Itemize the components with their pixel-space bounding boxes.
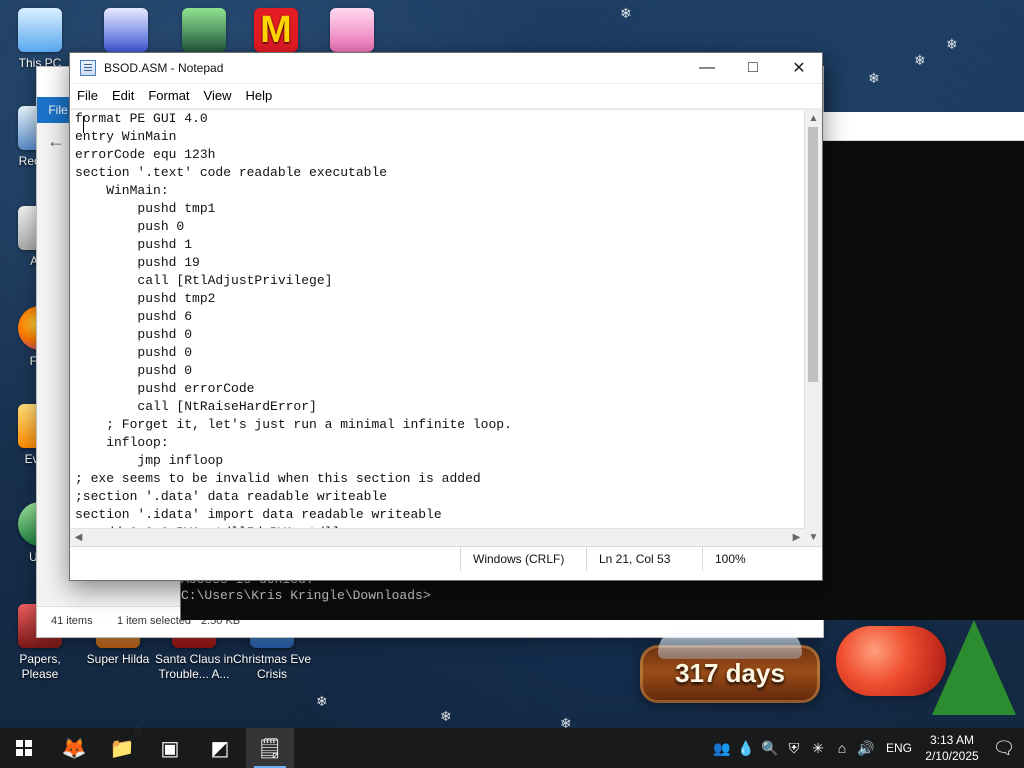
taskbar-terminal[interactable]: ▣ xyxy=(146,728,194,768)
desktop-icon-pig[interactable] xyxy=(312,8,392,56)
console-line-2: C:\Users\Kris Kringle\Downloads> xyxy=(181,588,431,603)
shield-icon[interactable]: ⛨ xyxy=(782,740,806,757)
menu-view[interactable]: View xyxy=(197,85,239,107)
menu-help-label: Help xyxy=(245,88,273,103)
menu-format[interactable]: Format xyxy=(141,85,196,107)
terminal-icon: ▣ xyxy=(160,737,180,760)
desktop-icon-this-pc[interactable]: This PC xyxy=(0,8,80,71)
snowflake-icon: ❄ xyxy=(620,5,632,21)
notepad-statusbar: Windows (CRLF) Ln 21, Col 53 100% xyxy=(70,546,822,571)
scroll-up-icon[interactable]: ▲ xyxy=(805,110,822,127)
desktop-icon-label: Papers, Please xyxy=(19,652,61,681)
system-tray: 👥 💧 🔍 ⛨ ✳ ⌂ 🔊 ENG 3:13 AM 2/10/2025 🗨 xyxy=(710,728,1024,768)
notepad-icon xyxy=(80,60,96,76)
folder-icon: 📁 xyxy=(109,737,135,760)
language-indicator[interactable]: ENG xyxy=(878,741,920,755)
notepad-icon: 🗒 xyxy=(257,737,283,760)
taskbar-app[interactable]: ◩ xyxy=(196,728,244,768)
pig-icon xyxy=(330,8,374,52)
text-caret xyxy=(83,116,84,133)
taskbar-firefox[interactable]: 🦊 xyxy=(50,728,98,768)
desktop-icon-label: Super Hilda xyxy=(86,652,150,666)
menu-view-label: View xyxy=(203,88,232,103)
vertical-scrollbar[interactable]: ▲ ▼ xyxy=(804,110,822,546)
scarf-decoration xyxy=(836,626,946,696)
clock-time: 3:13 AM xyxy=(929,733,975,747)
zoom-status: 100% xyxy=(702,547,822,571)
item-count: 41 items xyxy=(51,615,93,627)
snowflake-icon: ❄ xyxy=(440,708,452,724)
taskbar: 🦊 📁 ▣ ◩ 🗒 👥 💧 🔍 ⛨ ✳ ⌂ 🔊 ENG 3:13 AM 2/10… xyxy=(0,728,1024,768)
code-text[interactable]: format PE GUI 4.0 entry WinMain errorCod… xyxy=(75,110,512,542)
desktop-icon-top-1[interactable] xyxy=(86,8,166,56)
christmas-countdown-widget: 317 days xyxy=(640,627,820,703)
editor-area[interactable]: format PE GUI 4.0 entry WinMain errorCod… xyxy=(70,109,822,546)
taskbar-notepad[interactable]: 🗒 xyxy=(246,728,294,768)
snowflake-icon: ❄ xyxy=(316,693,328,709)
close-button[interactable]: ✕ xyxy=(776,53,822,83)
notepad-titlebar[interactable]: BSOD.ASM - Notepad — □ ✕ xyxy=(70,53,822,84)
game-icon xyxy=(182,8,226,52)
menu-edit[interactable]: Edit xyxy=(105,85,141,107)
notification-icon[interactable]: 🗨 xyxy=(984,738,1024,759)
back-arrow-icon[interactable]: ← xyxy=(47,131,65,152)
encoding-status: Windows (CRLF) xyxy=(460,547,586,571)
cursor-position-status: Ln 21, Col 53 xyxy=(586,547,702,571)
menu-file[interactable]: File xyxy=(70,85,105,107)
menu-file-label: File xyxy=(77,88,98,103)
app-icon xyxy=(104,8,148,52)
sparkle-icon[interactable]: ✳ xyxy=(806,740,830,757)
windows-logo-icon xyxy=(16,740,32,756)
snow-globe-dome xyxy=(658,627,802,659)
countdown-text: 317 days xyxy=(675,658,785,688)
taskbar-file-explorer[interactable]: 📁 xyxy=(98,728,146,768)
snowflake-icon: ❄ xyxy=(868,70,880,86)
desktop-icon-label: Santa Claus in Trouble... A... xyxy=(154,652,234,681)
clock[interactable]: 3:13 AM 2/10/2025 xyxy=(920,732,984,764)
app-icon: ◩ xyxy=(210,737,230,760)
snowflake-icon: ❄ xyxy=(914,52,926,68)
scroll-left-icon[interactable]: ◀ xyxy=(70,529,87,546)
clock-date: 2/10/2025 xyxy=(925,749,979,763)
menu-format-label: Format xyxy=(148,88,190,103)
people-icon[interactable]: 👥 xyxy=(710,740,734,757)
desktop-icon-label: Christmas Eve Crisis xyxy=(232,652,312,681)
search-icon[interactable]: 🔍 xyxy=(758,740,782,757)
drop-icon[interactable]: 💧 xyxy=(734,740,758,757)
minimize-button[interactable]: — xyxy=(684,53,730,83)
firefox-icon: 🦊 xyxy=(61,737,87,760)
menu-help[interactable]: Help xyxy=(238,85,279,107)
scroll-thumb[interactable] xyxy=(808,127,818,382)
desktop-icon-top-2[interactable] xyxy=(164,8,244,56)
menu-edit-label: Edit xyxy=(111,88,135,103)
mcdonalds-icon: M xyxy=(254,8,298,52)
scroll-right-icon[interactable]: ▶ xyxy=(788,529,805,546)
speaker-icon[interactable]: 🔊 xyxy=(854,740,878,757)
window-title: BSOD.ASM - Notepad xyxy=(104,61,224,75)
network-icon[interactable]: ⌂ xyxy=(830,740,854,756)
menu-bar: File Edit Format View Help xyxy=(70,84,822,109)
desktop-icon-mcdonalds[interactable]: M xyxy=(236,8,316,56)
maximize-button[interactable]: □ xyxy=(730,53,776,83)
christmas-tree-icon xyxy=(932,620,1016,715)
horizontal-scrollbar[interactable]: ◀ ▶ xyxy=(70,528,805,546)
notepad-window[interactable]: BSOD.ASM - Notepad — □ ✕ File Edit Forma… xyxy=(69,52,823,581)
scroll-down-icon[interactable]: ▼ xyxy=(805,529,822,546)
snowflake-icon: ❄ xyxy=(946,36,958,52)
start-button[interactable] xyxy=(0,728,48,768)
computer-icon xyxy=(18,8,62,52)
